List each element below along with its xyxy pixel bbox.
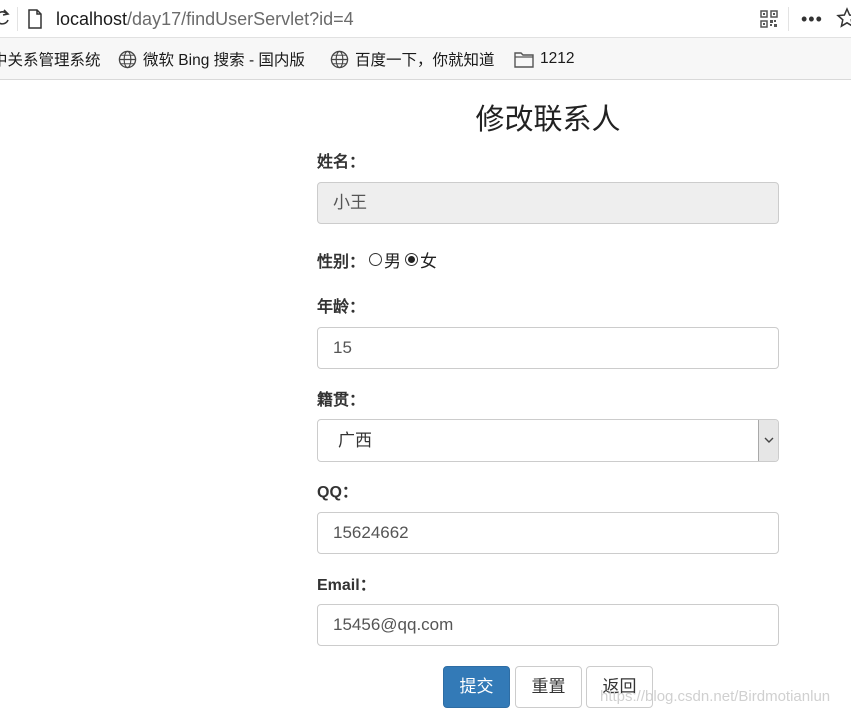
globe-icon: [118, 50, 137, 68]
chevron-down-icon: [764, 437, 773, 443]
bookmark-label: 1212: [540, 50, 575, 67]
bookmark-label: 中关系管理系统: [0, 52, 101, 69]
gender-label: 性别：: [317, 253, 366, 271]
email-label: Email：: [317, 577, 376, 594]
bookmark-label: 微软 Bing 搜索 - 国内版: [143, 52, 305, 69]
submit-button[interactable]: 提交: [443, 666, 510, 708]
gender-group: 性别： 男 女: [317, 247, 441, 272]
name-field[interactable]: 小王: [317, 182, 779, 224]
bookmarks-bar: 中关系管理系统 微软 Bing 搜索 - 国内版 百度一下，你就知道 1212: [0, 38, 851, 80]
hometown-selected-value: 广西: [338, 431, 372, 450]
url-path: /day17/findUserServlet?id=4: [127, 9, 354, 29]
gender-option-label: 男: [384, 252, 402, 271]
folder-icon: [514, 51, 534, 68]
page-icon: [28, 9, 42, 29]
favorite-star-icon[interactable]: [836, 7, 851, 29]
dropdown-arrow[interactable]: [758, 420, 778, 461]
name-label: 姓名：: [317, 154, 366, 171]
globe-icon: [330, 50, 349, 68]
hometown-select[interactable]: 广西: [317, 419, 779, 462]
bookmark-item[interactable]: 百度一下，你就知道: [330, 49, 495, 69]
bookmark-item[interactable]: 微软 Bing 搜索 - 国内版: [118, 49, 305, 69]
hometown-label: 籍贯：: [317, 392, 366, 409]
bookmark-folder[interactable]: 1212: [514, 49, 574, 69]
radio-male[interactable]: [369, 253, 383, 266]
age-label: 年龄：: [317, 299, 366, 316]
watermark: https://blog.csdn.net/Birdmotianlun: [600, 688, 831, 705]
reset-button[interactable]: 重置: [515, 666, 582, 708]
more-options-icon[interactable]: •••: [801, 10, 823, 28]
toolbar-divider: [17, 7, 18, 31]
qq-field[interactable]: 15624662: [317, 512, 779, 554]
toolbar-divider: [788, 7, 789, 31]
gender-option-male[interactable]: 男: [369, 247, 401, 272]
url-host: localhost: [56, 9, 128, 29]
gender-option-female[interactable]: 女: [405, 247, 437, 272]
radio-female[interactable]: [405, 253, 419, 266]
bookmark-label: 百度一下，你就知道: [355, 52, 495, 69]
email-field[interactable]: 15456@qq.com: [317, 604, 779, 646]
address-bar: localhost/day17/findUserServlet?id=4 •••: [0, 0, 851, 38]
qq-label: QQ：: [317, 484, 358, 501]
page-title: 修改联系人: [475, 104, 621, 136]
bookmark-item[interactable]: 中关系管理系统: [0, 49, 101, 69]
url-field[interactable]: localhost/day17/findUserServlet?id=4: [56, 8, 354, 30]
age-field[interactable]: 15: [317, 327, 779, 369]
qr-code-icon[interactable]: [760, 10, 778, 28]
gender-option-label: 女: [420, 252, 438, 271]
reload-icon[interactable]: [0, 9, 10, 27]
